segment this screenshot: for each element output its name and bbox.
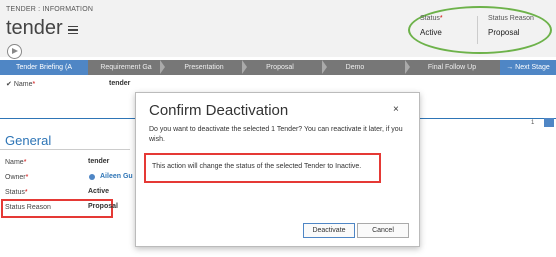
header-status-panel: Status* Active Status Reason Proposal xyxy=(418,12,548,48)
dialog-message: Do you want to deactivate the selected 1… xyxy=(149,126,403,143)
header-status-label: Status xyxy=(420,15,440,22)
owner-avatar-icon xyxy=(89,174,95,180)
stage-separator xyxy=(405,60,410,74)
status-reason-value[interactable]: Proposal xyxy=(88,203,118,210)
header-status-reason-label: Status Reason xyxy=(488,15,534,22)
stage-separator xyxy=(160,60,165,74)
header-status-reason-value: Proposal xyxy=(488,28,520,37)
status-label: Status* xyxy=(5,189,28,196)
next-stage-label: Next Stage xyxy=(515,64,550,71)
name-value[interactable]: tender xyxy=(88,158,109,165)
dialog-title: Confirm Deactivation xyxy=(149,102,289,119)
owner-label: Owner* xyxy=(5,174,29,181)
owner-value[interactable]: Aileen Gu xyxy=(100,173,133,180)
cancel-button[interactable]: Cancel xyxy=(357,223,409,238)
name-label: Name* xyxy=(5,159,27,166)
close-icon[interactable]: × xyxy=(393,104,399,115)
process-stage-bar: Tender Briefing (A Requirement Ga Presen… xyxy=(0,60,556,75)
dialog-note-highlight: This action will change the status of th… xyxy=(144,153,381,183)
pager-number: 1 xyxy=(531,120,535,126)
next-stage-button[interactable]: → Next Stage xyxy=(500,60,556,75)
section-title-general: General xyxy=(5,133,52,148)
dialog-note: This action will change the status of th… xyxy=(152,163,362,170)
stage-separator xyxy=(322,60,327,74)
deactivate-button[interactable]: Deactivate xyxy=(303,223,355,238)
stage-tender-briefing[interactable]: Tender Briefing (A xyxy=(0,60,88,75)
top-name-value[interactable]: tender xyxy=(109,80,130,87)
header-divider xyxy=(477,16,478,44)
stage-presentation[interactable]: Presentation xyxy=(168,60,240,75)
crm-form-page: TENDER : INFORMATION tender Status* Acti… xyxy=(0,0,556,257)
header-status: Status* Active xyxy=(420,15,443,37)
breadcrumb: TENDER : INFORMATION xyxy=(6,6,94,13)
pager-arrow-icon[interactable] xyxy=(544,118,554,127)
status-reason-label: Status Reason xyxy=(5,204,51,211)
stage-proposal[interactable]: Proposal xyxy=(250,60,310,75)
confirm-deactivation-dialog: Confirm Deactivation × Do you want to de… xyxy=(135,92,420,247)
stage-requirement[interactable]: Requirement Ga xyxy=(92,60,160,75)
status-value[interactable]: Active xyxy=(88,188,109,195)
form-header: TENDER : INFORMATION tender Status* Acti… xyxy=(0,0,556,57)
stage-demo[interactable]: Demo xyxy=(330,60,380,75)
header-status-value: Active xyxy=(420,28,442,37)
section-divider xyxy=(0,149,130,150)
stage-final-follow-up[interactable]: Final Follow Up xyxy=(412,60,492,75)
process-play-icon[interactable] xyxy=(7,44,22,59)
top-name-label: ✔ Name* xyxy=(6,81,36,88)
page-title: tender xyxy=(6,17,63,39)
stage-separator xyxy=(242,60,247,74)
header-status-reason: Status Reason Proposal xyxy=(488,15,534,37)
menu-icon[interactable] xyxy=(68,26,78,35)
